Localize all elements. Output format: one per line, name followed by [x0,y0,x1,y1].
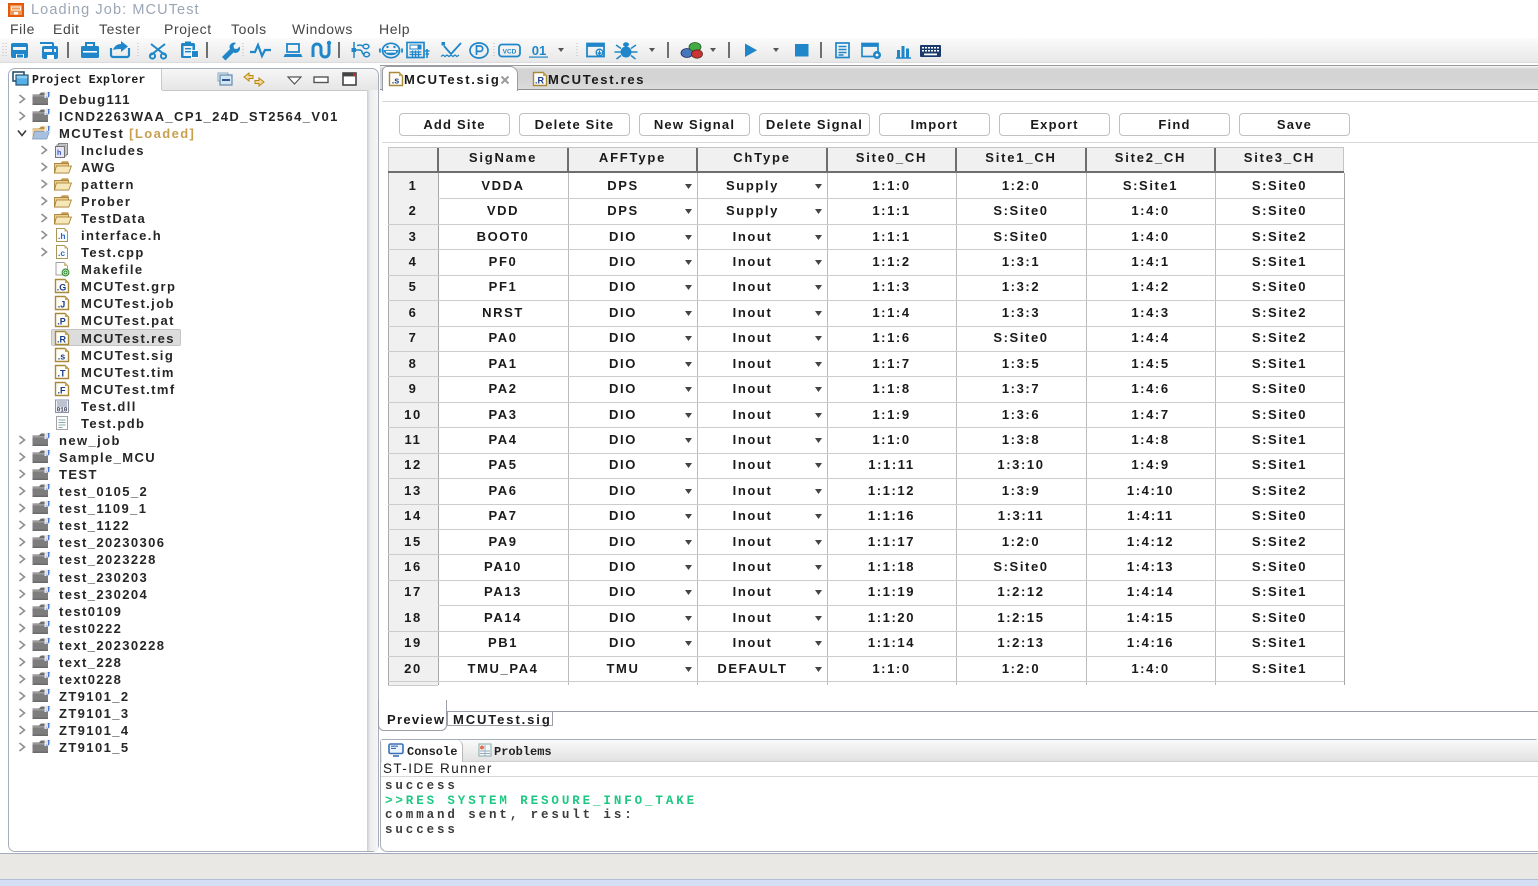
svg-text:.F: .F [58,385,67,395]
svg-text:.R: .R [535,76,545,86]
svg-text:VCD: VCD [503,49,517,56]
svg-text:01: 01 [532,43,546,58]
svg-text:.s: .s [58,351,66,361]
svg-text:010: 010 [57,406,68,413]
svg-text:.s: .s [392,76,400,86]
svg-text:h: h [57,150,61,157]
svg-text:.G: .G [57,283,67,293]
svg-text:.h: .h [58,231,66,241]
svg-text:.J: .J [58,300,66,310]
svg-text:.R: .R [57,334,67,344]
svg-text:.c: .c [58,248,65,258]
svg-text:.T: .T [58,368,67,378]
svg-text:.P: .P [57,317,66,327]
